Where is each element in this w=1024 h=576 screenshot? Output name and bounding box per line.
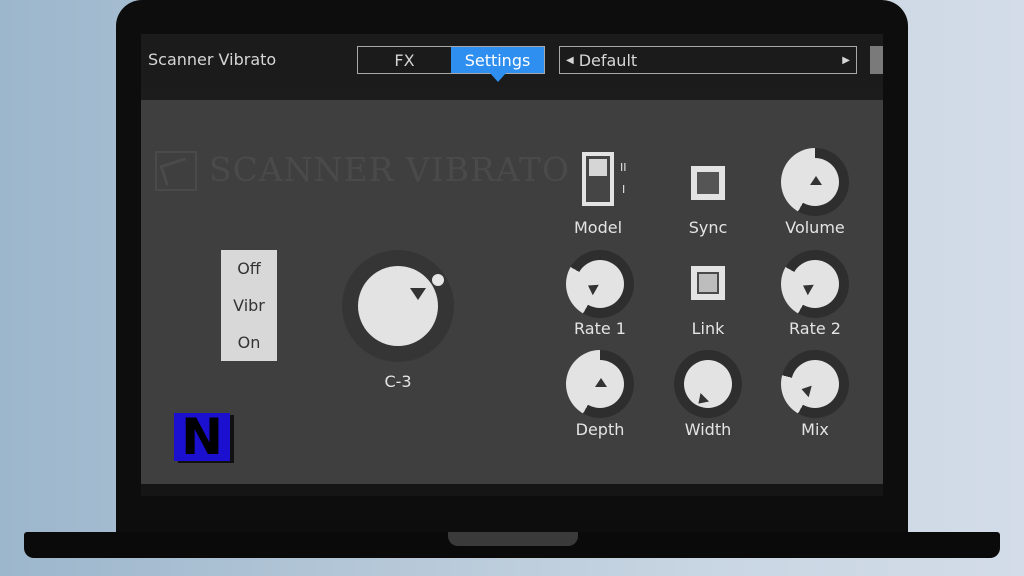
- view-tabs: FX Settings: [357, 46, 545, 82]
- mode-option-vibr[interactable]: Vibr: [221, 287, 277, 324]
- laptop-notch: [448, 532, 578, 546]
- tab-fx[interactable]: FX: [358, 47, 451, 73]
- mix-knob-indicator-icon: [799, 383, 812, 398]
- preset-name: Default: [578, 50, 638, 70]
- depth-knob[interactable]: [566, 350, 634, 418]
- width-knob-indicator-icon: [694, 393, 709, 408]
- rate2-knob[interactable]: [781, 250, 849, 318]
- model-toggle[interactable]: [582, 152, 614, 206]
- volume-knob-cap: [791, 158, 839, 206]
- main-knob-cap: [358, 266, 438, 346]
- width-knob-cap: [684, 360, 732, 408]
- link-button-inner: [697, 272, 719, 294]
- settings-panel: SCANNER VIBRATO Off Vibr On C-3 N II I M…: [141, 100, 883, 484]
- mix-knob-cap: [791, 360, 839, 408]
- next-preset-icon[interactable]: ▶: [842, 55, 850, 66]
- main-knob[interactable]: [342, 250, 454, 362]
- tab-settings[interactable]: Settings: [451, 47, 544, 82]
- volume-knob-indicator-icon: [810, 176, 822, 185]
- model-label: Model: [573, 218, 623, 237]
- plugin-logo-text: SCANNER VIBRATO: [209, 150, 570, 189]
- sync-button-inner: [697, 172, 719, 194]
- rate2-knob-indicator-icon: [800, 280, 814, 296]
- main-knob-indicator-icon: [410, 288, 426, 300]
- width-knob[interactable]: [674, 350, 742, 418]
- header-extra-button[interactable]: [870, 46, 883, 74]
- depth-knob-indicator-icon: [595, 378, 607, 387]
- rate2-label: Rate 2: [789, 319, 841, 338]
- rate1-label: Rate 1: [574, 319, 626, 338]
- prev-preset-icon[interactable]: ◀: [566, 55, 574, 66]
- rate2-knob-cap: [791, 260, 839, 308]
- model-mark-i: I: [622, 183, 626, 196]
- rate1-knob-indicator-icon: [585, 280, 599, 296]
- sync-button[interactable]: [691, 166, 725, 200]
- logo-emblem-icon: [155, 151, 197, 191]
- link-button[interactable]: [691, 266, 725, 300]
- model-toggle-handle: [589, 159, 607, 176]
- mode-option-on[interactable]: On: [221, 324, 277, 361]
- depth-label: Depth: [575, 420, 625, 439]
- width-label: Width: [684, 420, 732, 439]
- preset-selector[interactable]: ◀ Default ▶: [559, 46, 857, 74]
- main-knob-dot: [432, 274, 444, 286]
- mode-option-off[interactable]: Off: [221, 250, 277, 287]
- sync-label: Sync: [688, 218, 728, 237]
- plugin-header: Scanner Vibrato FX Settings ◀ Default ▶: [141, 34, 883, 88]
- depth-knob-cap: [576, 360, 624, 408]
- main-knob-label: C-3: [384, 372, 412, 391]
- model-mark-ii: II: [620, 161, 627, 174]
- brand-logo-letter: N: [181, 408, 223, 466]
- rate1-knob[interactable]: [566, 250, 634, 318]
- mix-knob[interactable]: [781, 350, 849, 418]
- plugin-window: Scanner Vibrato FX Settings ◀ Default ▶ …: [141, 34, 883, 496]
- brand-logo: N: [174, 408, 230, 466]
- mode-switch[interactable]: Off Vibr On: [221, 250, 277, 361]
- volume-label: Volume: [785, 218, 845, 237]
- model-toggle-track: [586, 156, 610, 202]
- volume-knob[interactable]: [781, 148, 849, 216]
- mix-label: Mix: [801, 420, 829, 439]
- rate1-knob-cap: [576, 260, 624, 308]
- plugin-footer: [141, 484, 883, 496]
- link-label: Link: [691, 319, 725, 338]
- plugin-title: Scanner Vibrato: [148, 50, 277, 69]
